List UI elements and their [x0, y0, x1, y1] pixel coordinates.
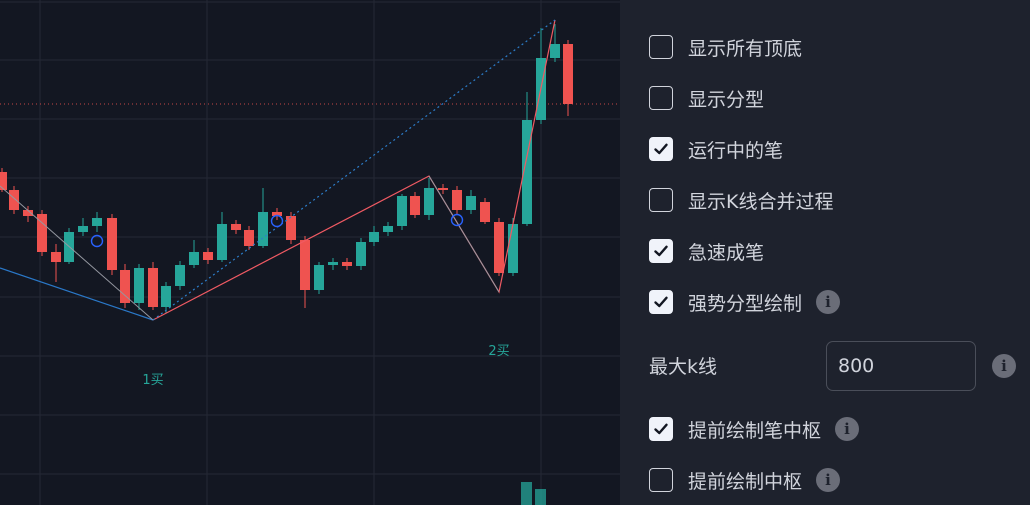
candle-down	[494, 222, 504, 273]
stroke-line-dotted	[152, 19, 556, 321]
chart-area[interactable]: 1买 2买	[0, 0, 620, 505]
candle-down	[107, 218, 117, 270]
stroke-line-gray	[428, 175, 500, 293]
option-label: 显示分型	[688, 88, 765, 111]
option-label: 强势分型绘制	[688, 292, 803, 315]
checkbox[interactable]	[649, 239, 673, 263]
candle-up	[356, 242, 366, 266]
option-label: 运行中的笔	[688, 139, 784, 162]
option-show-fractal[interactable]: 显示分型	[649, 83, 764, 113]
max-k-input[interactable]	[826, 341, 976, 391]
candle-up	[161, 286, 171, 307]
buy-point-label: 1买	[142, 373, 163, 388]
candle-down	[300, 240, 310, 290]
candle-up	[424, 188, 434, 215]
checkbox[interactable]	[649, 137, 673, 161]
candle-up	[314, 265, 324, 290]
option-label: 提前绘制中枢	[688, 470, 803, 493]
candle-down	[410, 196, 420, 215]
option-early-stroke-pivot[interactable]: 提前绘制笔中枢 i	[649, 414, 860, 444]
candle-down	[51, 252, 61, 262]
option-label: 急速成笔	[688, 241, 765, 264]
info-icon[interactable]: i	[835, 417, 860, 441]
max-k-label: 最大k线	[649, 356, 718, 378]
volume-bar	[535, 489, 546, 505]
option-early-pivot[interactable]: 提前绘制中枢 i	[649, 465, 841, 495]
candle-up	[508, 224, 518, 273]
candle-up	[175, 265, 185, 286]
option-strong-fractal[interactable]: 强势分型绘制 i	[649, 287, 841, 317]
volume-bar	[521, 482, 532, 505]
checkbox[interactable]	[649, 417, 673, 441]
candle-up	[217, 224, 227, 260]
settings-panel: 显示所有顶底 显示分型 运行中的笔 显示K线合并过程 急速成笔 强势分型绘制 i…	[620, 0, 1030, 505]
option-fast-stroke[interactable]: 急速成笔	[649, 236, 764, 266]
info-icon[interactable]: i	[816, 290, 841, 314]
candle-down	[342, 262, 352, 266]
candle-down	[480, 202, 490, 222]
candle-down	[244, 230, 254, 246]
stroke-line-gray	[0, 185, 154, 321]
info-icon[interactable]: i	[816, 468, 841, 492]
option-label: 提前绘制笔中枢	[688, 419, 822, 442]
checkbox[interactable]	[649, 290, 673, 314]
fractal-marker	[450, 213, 464, 227]
candle-down	[203, 252, 213, 260]
candle-down	[563, 44, 573, 104]
option-show-kline-merge[interactable]: 显示K线合并过程	[649, 185, 833, 215]
candle-down	[9, 190, 19, 210]
option-running-stroke[interactable]: 运行中的笔	[649, 134, 783, 164]
candle-down	[148, 268, 158, 307]
candle-down	[452, 190, 462, 210]
option-show-all-tops-bottoms[interactable]: 显示所有顶底	[649, 32, 802, 62]
candle-up	[134, 268, 144, 303]
buy-point-label: 2买	[488, 344, 509, 359]
candle-up	[189, 252, 199, 265]
option-label: 显示所有顶底	[688, 37, 803, 60]
candle-up	[466, 196, 476, 210]
candle-down	[438, 188, 448, 190]
checkbox[interactable]	[649, 86, 673, 110]
candle-down	[286, 216, 296, 240]
candlestick-chart[interactable]: 1买 2买	[0, 0, 620, 505]
candle-up	[78, 226, 88, 232]
candle-up	[369, 232, 379, 242]
candle-down	[231, 224, 241, 230]
candle-up	[550, 44, 560, 58]
checkbox[interactable]	[649, 468, 673, 492]
checkbox[interactable]	[649, 188, 673, 212]
candle-up	[258, 212, 268, 246]
stroke-line-blue	[0, 267, 154, 321]
candle-up	[328, 262, 338, 265]
checkbox[interactable]	[649, 35, 673, 59]
candle-up	[92, 218, 102, 226]
candle-up	[397, 196, 407, 226]
info-icon[interactable]: i	[992, 354, 1016, 378]
option-label: 显示K线合并过程	[688, 190, 834, 213]
candle-up	[383, 226, 393, 232]
